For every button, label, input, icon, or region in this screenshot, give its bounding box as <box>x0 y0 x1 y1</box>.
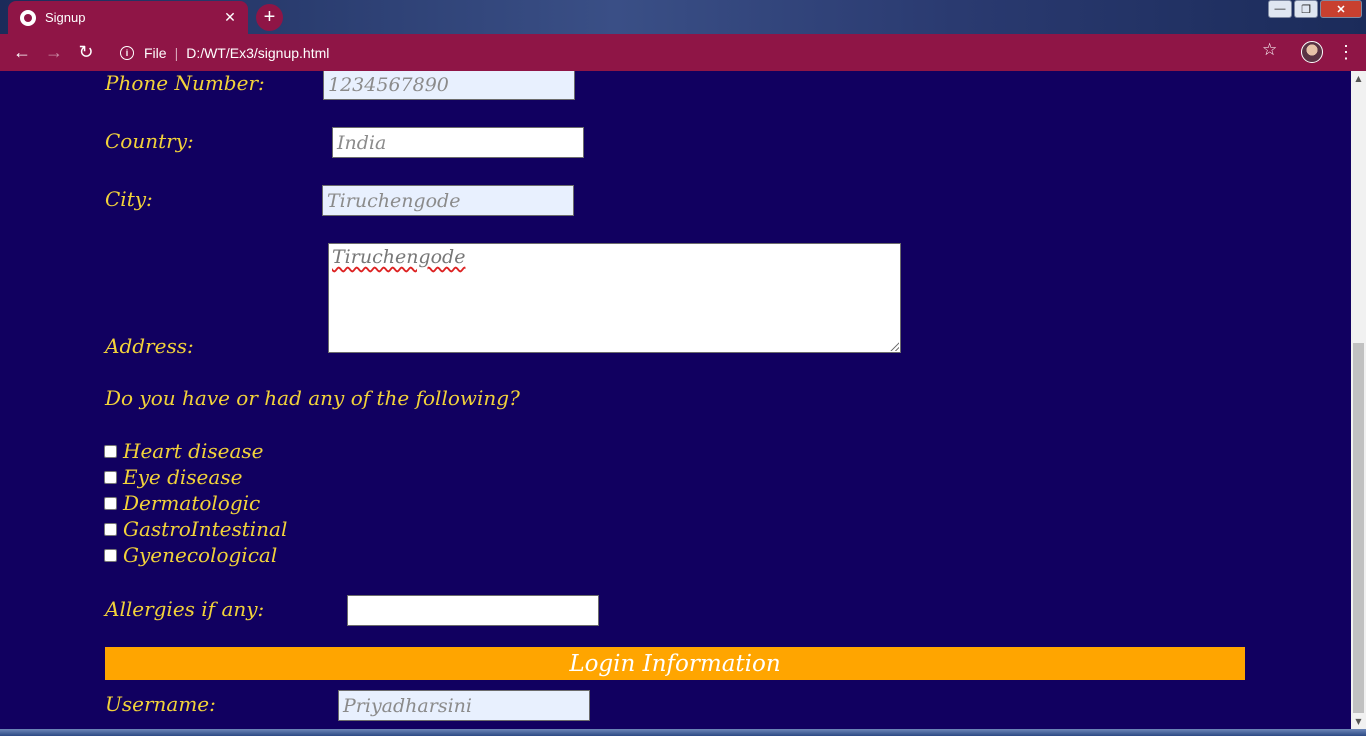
tab-close-button[interactable]: ✕ <box>220 8 240 28</box>
restore-button[interactable]: ❐ <box>1294 0 1318 18</box>
scroll-thumb[interactable] <box>1353 343 1364 713</box>
condition-row[interactable]: GastroIntestinal <box>104 517 287 541</box>
bookmark-star-icon[interactable]: ☆ <box>1262 40 1277 60</box>
phone-label: Phone Number: <box>105 71 265 95</box>
gastrointestinal-checkbox[interactable] <box>104 522 117 536</box>
scroll-up-arrow-icon[interactable]: ▲ <box>1351 71 1366 86</box>
minimize-button[interactable]: — <box>1268 0 1292 18</box>
city-input[interactable]: Tiruchengode <box>322 185 574 216</box>
address-label: Address: <box>105 334 194 358</box>
scroll-down-arrow-icon[interactable]: ▼ <box>1351 714 1366 729</box>
username-label: Username: <box>105 692 216 716</box>
signup-page: Phone Number: 1234567890 Country: India … <box>0 71 1351 729</box>
address-bar[interactable]: i File | D:/WT/Ex3/signup.html <box>110 37 1290 68</box>
tab-title: Signup <box>45 10 86 25</box>
heart-disease-label: Heart disease <box>123 439 264 463</box>
address-textarea[interactable]: Tiruchengode <box>328 243 901 353</box>
browser-tab[interactable]: Signup ✕ <box>8 1 248 34</box>
new-tab-button[interactable]: + <box>256 4 283 31</box>
city-label: City: <box>105 187 153 211</box>
country-input[interactable]: India <box>332 127 584 158</box>
vertical-scrollbar[interactable]: ▲ ▼ <box>1351 71 1366 729</box>
back-button[interactable]: ← <box>6 37 38 69</box>
conditions-question: Do you have or had any of the following? <box>105 386 520 410</box>
dermatologic-checkbox[interactable] <box>104 496 117 510</box>
login-information-header: Login Information <box>105 647 1245 680</box>
info-icon[interactable]: i <box>120 45 134 60</box>
username-input[interactable]: Priyadharsini <box>338 690 590 721</box>
country-label: Country: <box>105 129 194 153</box>
url-text[interactable]: D:/WT/Ex3/signup.html <box>186 45 329 61</box>
reload-button[interactable]: ↻ <box>70 37 102 69</box>
condition-row[interactable]: Eye disease <box>104 465 242 489</box>
window-controls: — ❐ ✕ <box>1268 0 1362 18</box>
os-taskbar <box>0 729 1366 736</box>
close-window-button[interactable]: ✕ <box>1320 0 1362 18</box>
address-text: Tiruchengode <box>332 246 466 268</box>
gynecological-checkbox[interactable] <box>104 548 117 562</box>
condition-row[interactable]: Dermatologic <box>104 491 260 515</box>
eye-disease-checkbox[interactable] <box>104 470 117 484</box>
gastrointestinal-label: GastroIntestinal <box>123 517 288 541</box>
resize-handle[interactable] <box>890 342 899 351</box>
url-scheme: File <box>144 44 167 61</box>
profile-avatar[interactable] <box>1301 41 1323 63</box>
title-bar: Signup ✕ + — ❐ ✕ <box>0 0 1366 34</box>
heart-disease-checkbox[interactable] <box>104 444 117 458</box>
gynecological-label: Gyenecological <box>123 543 278 567</box>
browser-menu-icon[interactable]: ⋮ <box>1337 41 1355 63</box>
allergies-label: Allergies if any: <box>105 597 265 621</box>
globe-icon <box>20 9 36 26</box>
phone-input[interactable]: 1234567890 <box>323 71 575 100</box>
condition-row[interactable]: Heart disease <box>104 439 263 463</box>
eye-disease-label: Eye disease <box>123 465 243 489</box>
browser-toolbar: ← → ↻ i File | D:/WT/Ex3/signup.html <box>0 34 1366 71</box>
dermatologic-label: Dermatologic <box>123 491 261 515</box>
allergies-input[interactable] <box>347 595 599 626</box>
url-separator: | <box>174 44 179 61</box>
condition-row[interactable]: Gyenecological <box>104 543 277 567</box>
forward-button[interactable]: → <box>38 37 70 69</box>
